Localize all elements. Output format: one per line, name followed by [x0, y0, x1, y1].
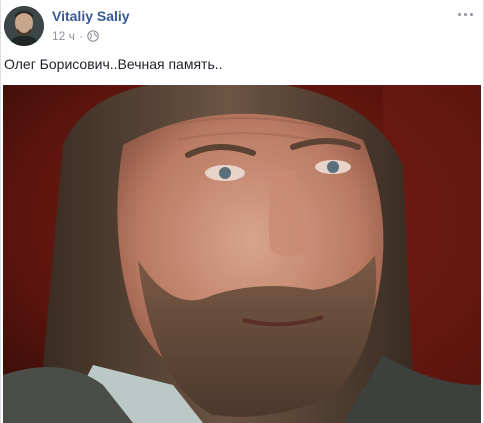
globe-icon[interactable] [87, 30, 99, 42]
post-text: Олег Борисович..Вечная память.. [4, 56, 223, 72]
facebook-post: Vitaliy Saliy 12 ч · Олег Борисович..Веч… [0, 0, 484, 423]
more-options-icon[interactable] [455, 6, 475, 22]
author-name-link[interactable]: Vitaliy Saliy [52, 8, 130, 24]
portrait-photo [3, 85, 481, 423]
menu-dot [469, 12, 473, 16]
post-header: Vitaliy Saliy 12 ч · [1, 0, 483, 56]
menu-dot [463, 12, 467, 16]
meta-separator: · [78, 29, 83, 43]
menu-dot [457, 12, 461, 16]
post-meta: 12 ч · [52, 29, 99, 43]
avatar[interactable] [4, 6, 44, 46]
timestamp-link[interactable]: 12 ч [52, 29, 75, 43]
avatar-image [4, 6, 44, 46]
post-photo[interactable] [3, 85, 481, 423]
